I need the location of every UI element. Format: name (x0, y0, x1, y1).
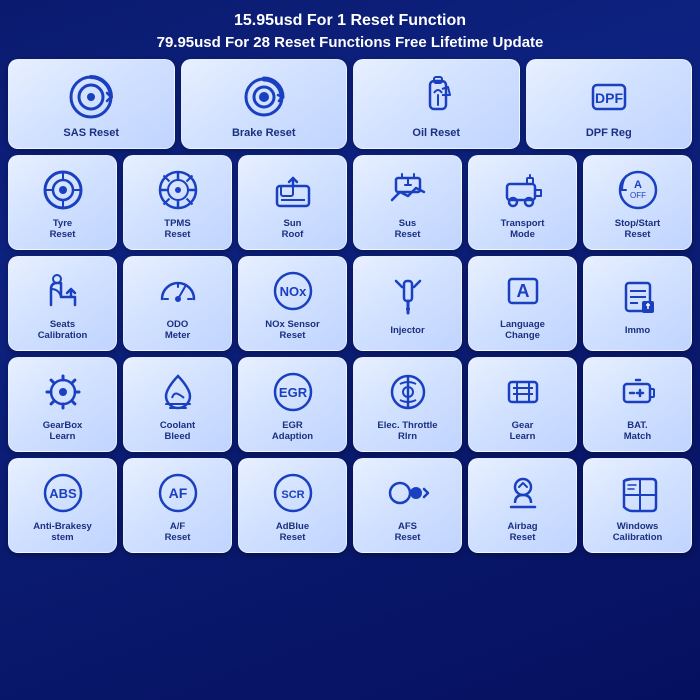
dpf-icon: DPF (583, 71, 635, 123)
egr-icon: EGR (269, 368, 317, 416)
svg-text:AF: AF (168, 485, 187, 501)
nox-sensor-reset-label: NOx SensorReset (265, 319, 319, 342)
immo-label: Immo (625, 325, 650, 336)
card-stop-start-reset[interactable]: A OFF Stop/StartReset (583, 155, 692, 250)
injector-label: Injector (390, 325, 424, 336)
throttle-icon (384, 368, 432, 416)
bat-icon (614, 368, 662, 416)
card-gear-learn[interactable]: GearLearn (468, 357, 577, 452)
gearbox-learn-label: GearBoxLearn (43, 420, 83, 443)
card-egr-adaption[interactable]: EGR EGRAdaption (238, 357, 347, 452)
card-adblue-reset[interactable]: SCR AdBlueReset (238, 458, 347, 553)
oil-reset-label: Oil Reset (412, 127, 460, 140)
card-odo-meter[interactable]: ODOMeter (123, 256, 232, 351)
afs-icon (384, 469, 432, 517)
nox-icon: NOx (269, 267, 317, 315)
svg-text:OFF: OFF (630, 191, 646, 200)
svg-text:SCR: SCR (281, 489, 304, 501)
af-icon: AF (154, 469, 202, 517)
tyre-icon (39, 166, 87, 214)
card-oil-reset[interactable]: Oil Reset (353, 59, 520, 149)
stopstart-icon: A OFF (614, 166, 662, 214)
card-elec-throttle[interactable]: Elec. ThrottleRlrn (353, 357, 462, 452)
af-reset-label: A/FReset (165, 521, 191, 544)
card-transport-mode[interactable]: TransportMode (468, 155, 577, 250)
card-nox-sensor-reset[interactable]: NOx NOx SensorReset (238, 256, 347, 351)
abs-icon: ABS (39, 469, 87, 517)
svg-text:ABS: ABS (49, 486, 77, 501)
odo-meter-label: ODOMeter (165, 319, 190, 342)
elec-throttle-label: Elec. ThrottleRlrn (377, 420, 437, 443)
card-airbag-reset[interactable]: AirbagReset (468, 458, 577, 553)
gearlearn-icon (499, 368, 547, 416)
svg-text:A: A (634, 179, 642, 191)
sus-reset-label: SusReset (395, 218, 421, 241)
card-immo[interactable]: Immo (583, 256, 692, 351)
coolant-bleed-label: CoolantBleed (160, 420, 195, 443)
language-change-label: LanguageChange (500, 319, 545, 342)
card-dpf-reg[interactable]: DPF DPF Reg (526, 59, 693, 149)
svg-text:EGR: EGR (278, 385, 307, 400)
card-anti-brake[interactable]: ABS Anti-Brakesystem (8, 458, 117, 553)
injector-icon (384, 273, 432, 321)
card-coolant-bleed[interactable]: CoolantBleed (123, 357, 232, 452)
language-icon: A (499, 267, 547, 315)
card-gearbox-learn[interactable]: GearBoxLearn (8, 357, 117, 452)
oil-icon (410, 71, 462, 123)
card-afs-reset[interactable]: AFSReset (353, 458, 462, 553)
egr-adaption-label: EGRAdaption (272, 420, 313, 443)
card-tpms-reset[interactable]: TPMSReset (123, 155, 232, 250)
odo-icon (154, 267, 202, 315)
coolant-icon (154, 368, 202, 416)
card-sus-reset[interactable]: SusReset (353, 155, 462, 250)
card-language-change[interactable]: A LanguageChange (468, 256, 577, 351)
header-line2: 79.95usd For 28 Reset Functions Free Lif… (157, 32, 544, 53)
card-brake-reset[interactable]: Brake Reset (181, 59, 348, 149)
card-bat-match[interactable]: BAT.Match (583, 357, 692, 452)
adblue-icon: SCR (269, 469, 317, 517)
card-af-reset[interactable]: AF A/FReset (123, 458, 232, 553)
sun-roof-label: SunRoof (282, 218, 304, 241)
header: 15.95usd For 1 Reset Function 79.95usd F… (147, 0, 554, 59)
transport-icon (499, 166, 547, 214)
sas-icon (65, 71, 117, 123)
adblue-reset-label: AdBlueReset (276, 521, 309, 544)
sunroof-icon (269, 166, 317, 214)
card-sun-roof[interactable]: SunRoof (238, 155, 347, 250)
card-windows-calibration[interactable]: WindowsCalibration (583, 458, 692, 553)
svg-text:NOx: NOx (279, 284, 307, 299)
sas-reset-label: SAS Reset (63, 127, 119, 140)
transport-mode-label: TransportMode (501, 218, 545, 241)
tpms-reset-label: TPMSReset (164, 218, 190, 241)
main-grid: TyreReset TPMSReset (0, 155, 700, 561)
bat-match-label: BAT.Match (624, 420, 651, 443)
immo-icon (614, 273, 662, 321)
brake-icon (238, 71, 290, 123)
card-injector[interactable]: Injector (353, 256, 462, 351)
sus-icon (384, 166, 432, 214)
windows-icon (614, 469, 662, 517)
gear-learn-label: GearLearn (510, 420, 536, 443)
stop-start-reset-label: Stop/StartReset (615, 218, 660, 241)
gearbox-icon (39, 368, 87, 416)
tpms-icon (154, 166, 202, 214)
dpf-reg-label: DPF Reg (586, 127, 632, 140)
svg-text:DPF: DPF (595, 90, 623, 106)
airbag-reset-label: AirbagReset (507, 521, 537, 544)
brake-reset-label: Brake Reset (232, 127, 296, 140)
header-line1: 15.95usd For 1 Reset Function (157, 10, 544, 32)
windows-calibration-label: WindowsCalibration (613, 521, 663, 544)
tyre-reset-label: TyreReset (50, 218, 76, 241)
card-sas-reset[interactable]: SAS Reset (8, 59, 175, 149)
card-tyre-reset[interactable]: TyreReset (8, 155, 117, 250)
afs-reset-label: AFSReset (395, 521, 421, 544)
card-seats-calibration[interactable]: SeatsCalibration (8, 256, 117, 351)
svg-text:A: A (516, 281, 529, 301)
airbag-icon (499, 469, 547, 517)
seats-icon (39, 267, 87, 315)
anti-brake-label: Anti-Brakesystem (33, 521, 92, 544)
row1-grid: SAS Reset Brake Reset Oil Reset (0, 59, 700, 149)
seats-calibration-label: SeatsCalibration (38, 319, 88, 342)
